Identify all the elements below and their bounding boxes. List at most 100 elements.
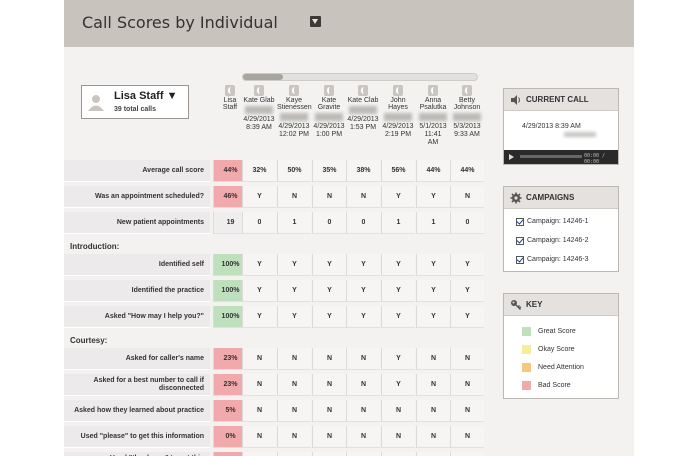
- call-score-cell[interactable]: 1: [381, 212, 415, 234]
- call-score-cell[interactable]: 50%: [277, 160, 311, 182]
- call-score-cell[interactable]: 56%: [381, 160, 415, 182]
- call-score-cell[interactable]: N: [242, 400, 276, 422]
- call-score-cell[interactable]: N: [381, 426, 415, 448]
- call-score-cell[interactable]: Y: [312, 254, 346, 276]
- user-selector[interactable]: Lisa Staff ▼ 39 total calls: [81, 85, 189, 119]
- call-score-cell[interactable]: N: [381, 400, 415, 422]
- audio-progress-bar[interactable]: [520, 155, 582, 158]
- call-score-cell[interactable]: Y: [242, 280, 276, 302]
- call-score-cell[interactable]: 32%: [242, 160, 276, 182]
- campaign-checkbox[interactable]: [516, 255, 524, 264]
- call-score-cell[interactable]: N: [450, 374, 484, 396]
- column-header[interactable]: Anna Psalutka 5/1/2013 11:41 AM: [416, 85, 450, 155]
- call-score-cell[interactable]: Y: [450, 306, 484, 328]
- call-score-cell[interactable]: Y: [381, 348, 415, 370]
- call-score-cell[interactable]: 0: [346, 212, 380, 234]
- call-score-cell[interactable]: N: [277, 186, 311, 208]
- call-score-cell[interactable]: 0: [450, 212, 484, 234]
- call-score-cell[interactable]: N: [450, 452, 484, 456]
- caller-redacted: [453, 113, 481, 121]
- scrollbar-thumb[interactable]: [243, 74, 283, 80]
- call-score-cell[interactable]: N: [416, 400, 450, 422]
- call-score-cell[interactable]: N: [346, 426, 380, 448]
- call-score-cell[interactable]: Y: [346, 306, 380, 328]
- call-score-cell[interactable]: N: [381, 452, 415, 456]
- play-icon[interactable]: [509, 154, 514, 160]
- call-score-cell[interactable]: Y: [381, 374, 415, 396]
- call-score-cell[interactable]: N: [346, 348, 380, 370]
- call-score-cell[interactable]: N: [450, 426, 484, 448]
- call-score-cell[interactable]: N: [346, 452, 380, 456]
- column-header[interactable]: Kate Glab 4/29/2013 8:39 AM: [242, 85, 276, 155]
- call-score-cell[interactable]: Y: [346, 280, 380, 302]
- call-score-cell[interactable]: 44%: [450, 160, 484, 182]
- call-score-cell[interactable]: Y: [416, 186, 450, 208]
- call-score-cell[interactable]: N: [242, 452, 276, 456]
- call-score-cell[interactable]: 0: [242, 212, 276, 234]
- campaign-checkbox[interactable]: [516, 217, 524, 226]
- column-header[interactable]: Kate Gravite 4/29/2013 1:00 PM: [312, 85, 346, 155]
- call-score-cell[interactable]: N: [312, 400, 346, 422]
- table-row: Average call score 44% 32% 50% 35% 38% 56% 44% 4…: [64, 160, 484, 182]
- column-header[interactable]: Kaye Stienessen 4/29/2013 12:02 PM: [277, 85, 312, 155]
- call-score-cell[interactable]: N: [277, 400, 311, 422]
- call-score-cell[interactable]: 38%: [346, 160, 380, 182]
- call-score-cell[interactable]: N: [312, 186, 346, 208]
- call-score-cell[interactable]: N: [346, 400, 380, 422]
- call-score-cell[interactable]: N: [277, 426, 311, 448]
- campaign-item[interactable]: Campaign: 14246-2: [504, 231, 618, 250]
- title-dropdown-icon[interactable]: [310, 16, 321, 27]
- call-score-cell[interactable]: Y: [312, 306, 346, 328]
- call-score-cell[interactable]: N: [312, 374, 346, 396]
- call-score-cell[interactable]: Y: [381, 186, 415, 208]
- call-score-cell[interactable]: N: [416, 348, 450, 370]
- call-score-cell[interactable]: N: [277, 374, 311, 396]
- call-score-cell[interactable]: N: [416, 374, 450, 396]
- call-score-cell[interactable]: 0: [312, 212, 346, 234]
- call-score-cell[interactable]: Y: [450, 254, 484, 276]
- call-score-cell[interactable]: 44%: [416, 160, 450, 182]
- call-score-cell[interactable]: Y: [416, 280, 450, 302]
- call-score-cell[interactable]: N: [242, 374, 276, 396]
- call-score-cell[interactable]: Y: [416, 254, 450, 276]
- column-header[interactable]: Betty Johnson 5/3/2013 9:33 AM: [450, 85, 484, 155]
- table-row: Was an appointment scheduled? 46% Y N N N Y Y N: [64, 186, 484, 208]
- call-score-cell[interactable]: N: [312, 348, 346, 370]
- audio-player[interactable]: 00:00 / 00:00: [504, 150, 618, 165]
- call-score-cell[interactable]: 1: [277, 212, 311, 234]
- campaign-item[interactable]: Campaign: 14246-1: [504, 212, 618, 231]
- call-score-cell[interactable]: Y: [242, 306, 276, 328]
- call-score-cell[interactable]: Y: [381, 306, 415, 328]
- call-score-cell[interactable]: N: [450, 348, 484, 370]
- call-score-cell[interactable]: N: [277, 348, 311, 370]
- call-score-cell[interactable]: N: [416, 426, 450, 448]
- call-score-cell[interactable]: N: [312, 452, 346, 456]
- call-score-cell[interactable]: Y: [416, 306, 450, 328]
- call-score-cell[interactable]: Y: [277, 306, 311, 328]
- campaign-item[interactable]: Campaign: 14246-3: [504, 250, 618, 269]
- call-score-cell[interactable]: N: [242, 426, 276, 448]
- call-score-cell[interactable]: N: [450, 400, 484, 422]
- call-score-cell[interactable]: 35%: [312, 160, 346, 182]
- call-score-cell[interactable]: Y: [242, 254, 276, 276]
- call-score-cell[interactable]: N: [416, 452, 450, 456]
- horizontal-scrollbar[interactable]: [242, 73, 478, 81]
- column-header[interactable]: John Hayes 4/29/2013 2:19 PM: [381, 85, 415, 155]
- call-score-cell[interactable]: N: [277, 452, 311, 456]
- call-score-cell[interactable]: Y: [277, 280, 311, 302]
- call-score-cell[interactable]: N: [242, 348, 276, 370]
- column-header[interactable]: Kate Clab 4/29/2013 1:53 PM: [346, 85, 380, 155]
- call-score-cell[interactable]: N: [346, 186, 380, 208]
- call-score-cell[interactable]: Y: [381, 280, 415, 302]
- call-score-cell[interactable]: 1: [416, 212, 450, 234]
- call-score-cell[interactable]: N: [312, 426, 346, 448]
- campaign-checkbox[interactable]: [516, 236, 524, 245]
- call-score-cell[interactable]: N: [346, 374, 380, 396]
- call-score-cell[interactable]: Y: [242, 186, 276, 208]
- call-score-cell[interactable]: Y: [312, 280, 346, 302]
- call-score-cell[interactable]: Y: [277, 254, 311, 276]
- call-score-cell[interactable]: Y: [381, 254, 415, 276]
- call-score-cell[interactable]: Y: [346, 254, 380, 276]
- call-score-cell[interactable]: Y: [450, 280, 484, 302]
- call-score-cell[interactable]: N: [450, 186, 484, 208]
